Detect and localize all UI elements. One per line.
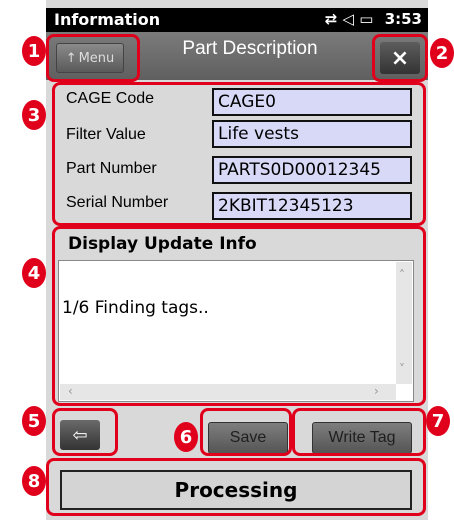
status-icons: ⇄ ◁ ▭ 3:53 [325, 10, 422, 28]
status-title: Information [54, 10, 161, 29]
callout-box-8 [46, 458, 426, 516]
callout-badge-3: 3 [22, 100, 46, 130]
callout-badge-8: 8 [22, 466, 46, 496]
callout-badge-5: 5 [22, 406, 46, 436]
callout-badge-2: 2 [430, 38, 454, 68]
callout-box-1 [46, 34, 140, 82]
page-title: Part Description [182, 38, 318, 59]
callout-badge-4: 4 [22, 258, 46, 288]
callout-box-5 [52, 408, 118, 456]
clock: 3:53 [384, 10, 422, 28]
callout-box-6 [200, 408, 292, 456]
callout-badge-7: 7 [426, 406, 450, 436]
callout-badge-1: 1 [22, 36, 46, 66]
status-bar: Information ⇄ ◁ ▭ 3:53 [46, 8, 428, 32]
status-icon-glyphs: ⇄ ◁ ▭ [324, 10, 374, 28]
callout-box-3 [52, 82, 426, 226]
callout-box-2 [372, 34, 428, 82]
callout-badge-6: 6 [174, 422, 198, 452]
callout-box-7 [292, 408, 426, 456]
callout-box-4 [52, 226, 426, 406]
